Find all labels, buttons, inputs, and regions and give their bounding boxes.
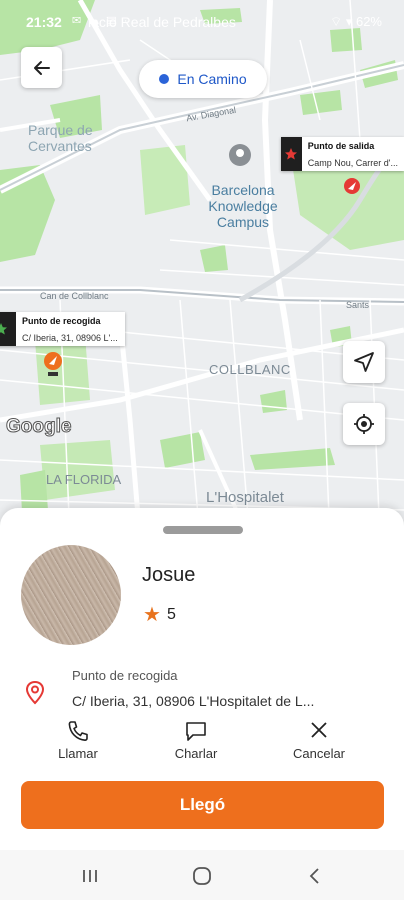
map-view[interactable]: 21:32 ✉ ☁ ▤ · ⌔ ▾ 62% lacio Real de Pedr…: [0, 0, 404, 540]
status-time: 21:32: [26, 14, 62, 30]
location-pin-icon: [25, 680, 45, 705]
pickup-callout-title: Punto de recogida: [22, 316, 101, 326]
departure-marker: [281, 137, 302, 171]
driver-rating: ★ 5: [143, 604, 176, 626]
driver-avatar: [21, 545, 121, 645]
recent-apps-button[interactable]: [78, 864, 102, 888]
arrived-button[interactable]: Llegó: [21, 781, 384, 829]
system-back-button[interactable]: [303, 864, 327, 888]
departure-title: Punto de salida: [307, 141, 375, 151]
star-icon: ★: [143, 604, 161, 626]
close-icon: [311, 722, 327, 738]
rating-value: 5: [166, 606, 176, 623]
pickup-title: Punto de recogida: [72, 668, 178, 683]
pickup-callout[interactable]: Punto de recogida C/ Iberia, 31, 08906 L…: [0, 312, 125, 346]
map-label-collblanc-street: Can de Collblanc: [40, 291, 109, 301]
status-dot-icon: [159, 74, 170, 84]
sheet-drag-handle[interactable]: [163, 526, 243, 534]
chevron-left-icon: [309, 868, 319, 884]
ride-status-label: En Camino: [177, 71, 247, 87]
pickup-callout-subtitle: C/ Iberia, 31, 08906 L'...: [22, 333, 118, 343]
call-label: Llamar: [58, 746, 98, 761]
pickup-address: C/ Iberia, 31, 08906 L'Hospitalet de L..…: [72, 693, 315, 709]
map-label-sants: Sants: [346, 300, 370, 310]
map-label-knowledge: Barcelona Knowledge Campus: [208, 182, 278, 230]
departure-subtitle: Camp Nou, Carrer d'...: [307, 158, 398, 168]
ride-status-pill: En Camino: [139, 60, 267, 98]
crosshair-icon: [354, 414, 374, 434]
map-label-palau: lacio Real de Pedralbes: [88, 14, 236, 30]
cancel-label: Cancelar: [292, 746, 346, 761]
driver-name: Josue: [142, 564, 196, 586]
back-button[interactable]: [21, 47, 62, 88]
my-location-button[interactable]: [343, 403, 385, 445]
map-label-collblanc: COLLBLANC: [209, 362, 291, 377]
chat-bubble-icon: [186, 722, 206, 741]
google-logo: Google: [5, 416, 72, 438]
call-button[interactable]: Llamar: [38, 720, 118, 761]
star-marker-icon: [0, 323, 7, 335]
ride-bottom-sheet: Josue ★ 5 Punto de recogida C/ Iberia, 3…: [0, 508, 404, 850]
navigate-button[interactable]: [343, 341, 385, 383]
recent-apps-icon: [83, 870, 97, 882]
pickup-marker: [0, 312, 16, 346]
home-icon: [193, 867, 211, 885]
map-label-florida: LA FLORIDA: [46, 472, 122, 487]
map-label-hospitalet: L'Hospitalet: [206, 489, 284, 506]
star-marker-icon: [285, 148, 298, 160]
chat-button[interactable]: Charlar: [156, 720, 236, 761]
arrow-left-icon: [33, 60, 50, 75]
navigation-arrow-icon: [354, 352, 374, 372]
wifi-icon: ⌔ ▾: [329, 14, 356, 29]
departure-callout[interactable]: Punto de salida Camp Nou, Carrer d'...: [281, 137, 404, 171]
battery-level: ⌔ ▾ 62%: [329, 14, 382, 29]
home-button[interactable]: [190, 864, 214, 888]
map-label-parque: Parque de Cervantes: [28, 122, 93, 154]
chat-label: Charlar: [174, 746, 218, 761]
phone-icon: [68, 721, 88, 741]
cancel-button[interactable]: Cancelar: [279, 720, 359, 761]
system-nav-bar: [0, 850, 404, 900]
